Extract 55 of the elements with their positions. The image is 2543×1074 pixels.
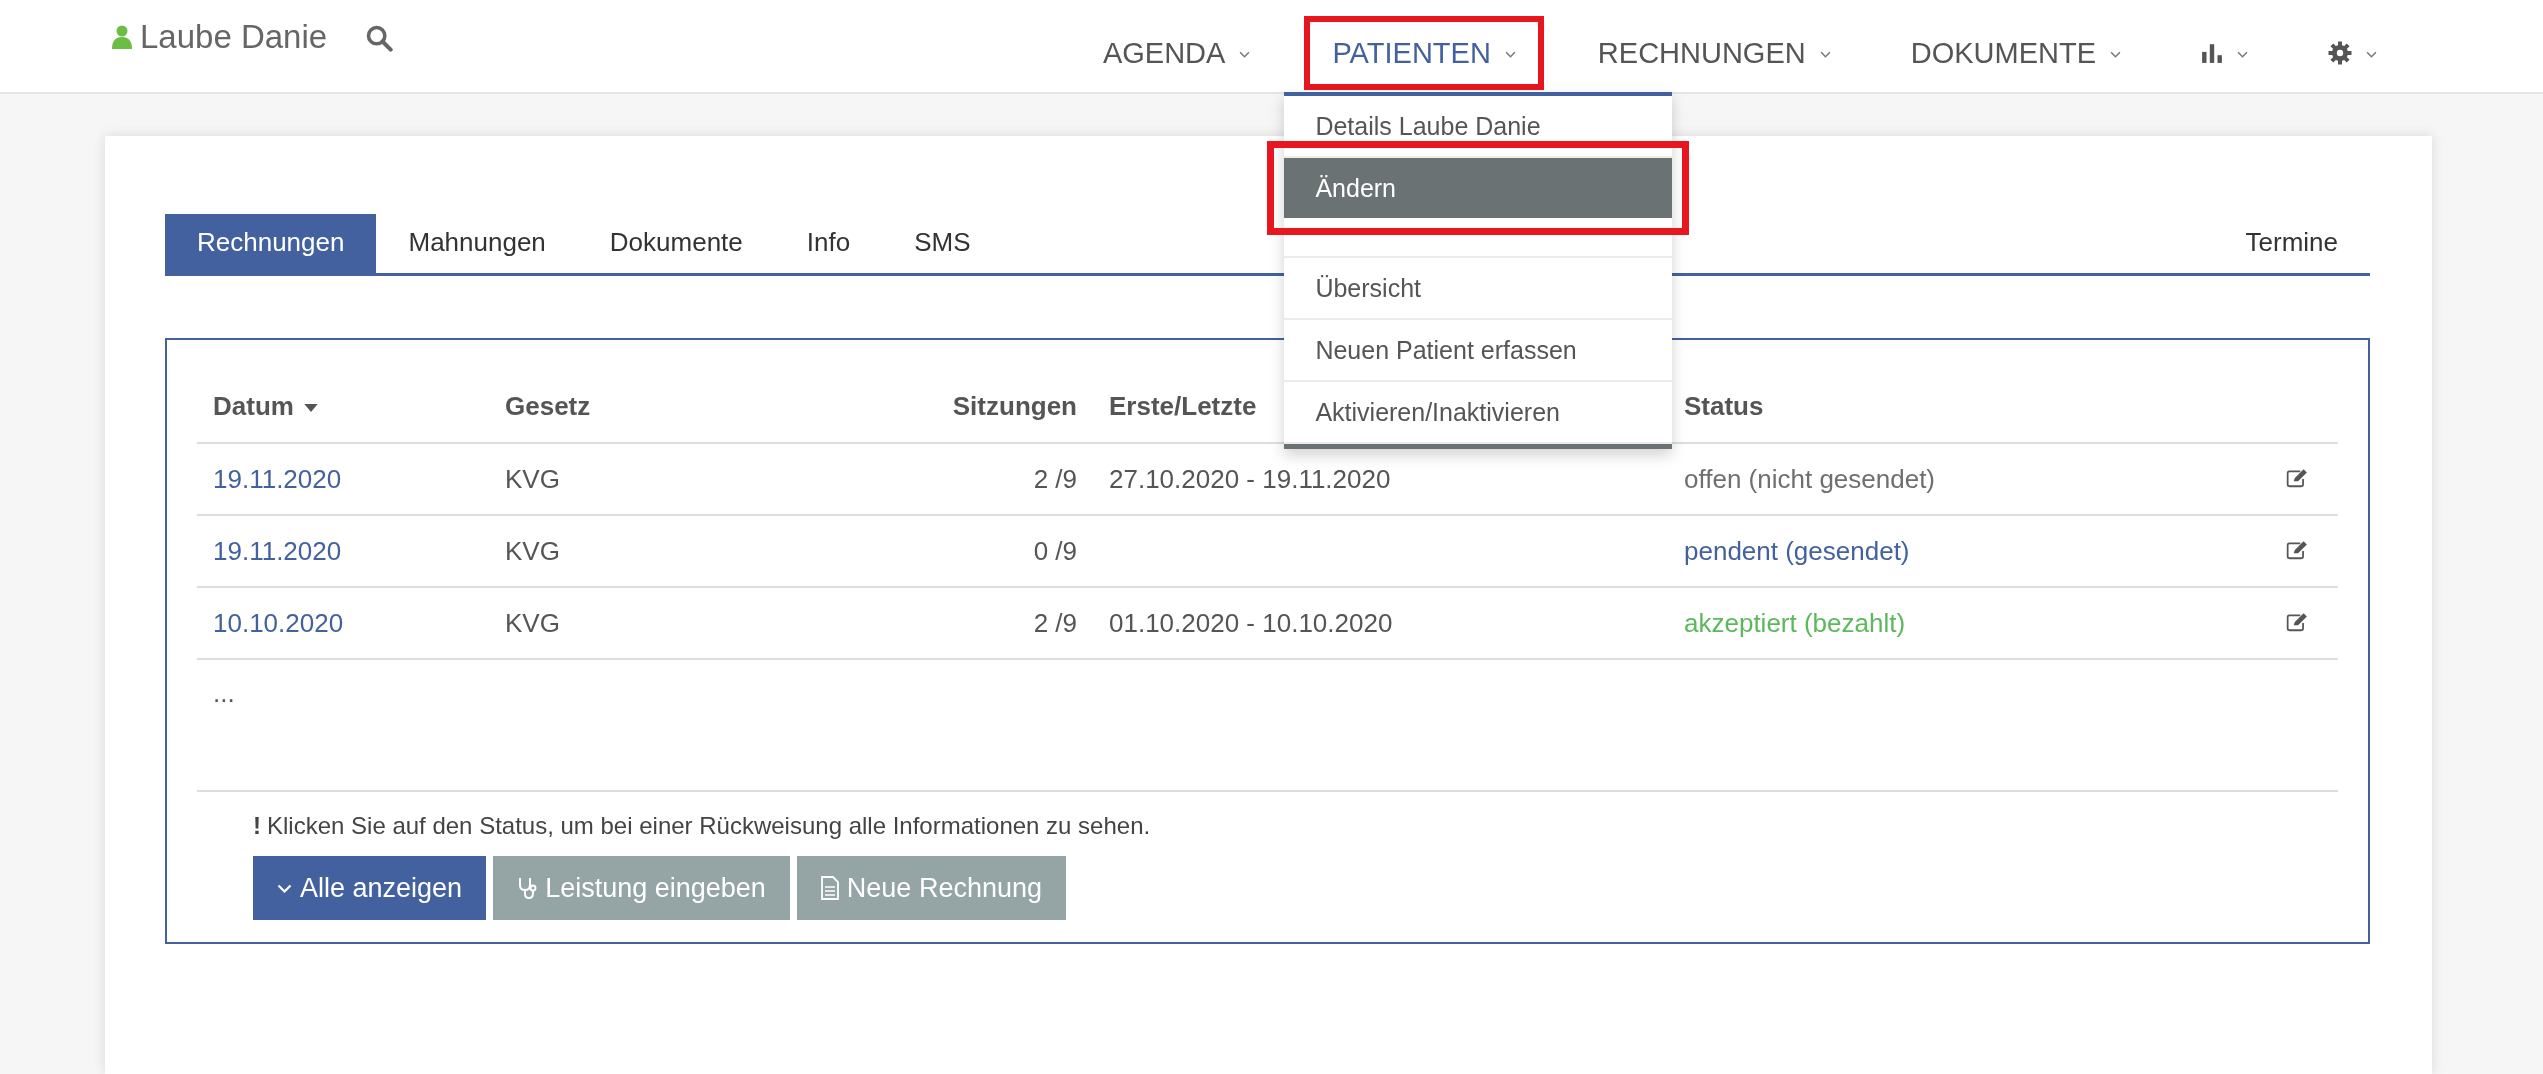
- date-link[interactable]: 10.10.2020: [213, 607, 344, 638]
- table-cell: KVG: [505, 607, 560, 638]
- table-cell: 27.10.2020 - 19.11.2020: [1109, 463, 1391, 494]
- menu-item[interactable]: Ändern: [1284, 158, 1673, 218]
- column-header[interactable]: Erste/Letzte: [1109, 390, 1257, 421]
- table-cell: 2 /9: [1033, 607, 1077, 638]
- menu-item[interactable]: Neuen Patient erfassen: [1284, 320, 1673, 380]
- nav-menu[interactable]: DOKUMENTE: [1884, 16, 2147, 90]
- settings-icon: [2328, 41, 2352, 65]
- table-cell: 2 /9: [1033, 463, 1077, 494]
- date-link[interactable]: 19.11.2020: [213, 463, 342, 494]
- column-header[interactable]: Sitzungen: [952, 390, 1077, 421]
- tab[interactable]: Rechnungen: [165, 214, 377, 273]
- search-icon[interactable]: [365, 24, 394, 52]
- user-icon: [112, 25, 132, 49]
- status-link[interactable]: offen (nicht gesendet): [1684, 463, 1936, 494]
- status-link[interactable]: pendent (gesendet): [1684, 535, 1910, 566]
- column-header[interactable]: Status: [1684, 390, 1764, 421]
- chevron-down-icon: [1239, 50, 1251, 58]
- more-ellipsis: ...: [213, 678, 235, 708]
- menu-item[interactable]: Details Laube Danie: [1284, 96, 1673, 156]
- nav-menu[interactable]: AGENDA: [1076, 16, 1277, 90]
- table-cell: KVG: [505, 535, 560, 566]
- edit-icon[interactable]: [2286, 467, 2308, 488]
- table-cell: 0 /9: [1033, 535, 1077, 566]
- chevron-down-icon: [2110, 50, 2121, 58]
- chevron-down-icon: [1819, 50, 1831, 58]
- chevron-down-icon: [2237, 50, 2248, 58]
- menu-item[interactable]: Aktivieren/Inaktivieren: [1284, 382, 1673, 442]
- exclamation-icon: !: [253, 812, 261, 840]
- tab[interactable]: SMS: [882, 214, 1003, 273]
- chevron-down-icon: [1504, 50, 1516, 58]
- edit-icon[interactable]: [2286, 611, 2308, 632]
- stethoscope-icon: [517, 876, 538, 900]
- chevron-down-icon: [2366, 50, 2377, 58]
- table-cell: 01.10.2020 - 10.10.2020: [1109, 607, 1393, 638]
- menu-item[interactable]: Übersicht: [1284, 258, 1673, 318]
- document-icon: [820, 876, 839, 900]
- table-cell: KVG: [505, 463, 560, 494]
- tab[interactable]: Mahnungen: [376, 214, 578, 273]
- user-name[interactable]: Laube Danie: [112, 18, 328, 56]
- nav-menu[interactable]: PATIENTEN: [1304, 16, 1544, 90]
- nav-menu[interactable]: RECHNUNGEN: [1571, 16, 1857, 90]
- bar-chart-icon: [2201, 42, 2223, 64]
- action-button[interactable]: Alle anzeigen: [253, 856, 487, 920]
- tab[interactable]: Info: [774, 214, 883, 273]
- column-header[interactable]: Gesetz: [505, 390, 591, 421]
- edit-icon[interactable]: [2286, 539, 2308, 560]
- chevron-down-icon: [277, 883, 292, 893]
- date-link[interactable]: 19.11.2020: [213, 535, 342, 566]
- tab[interactable]: Termine: [2213, 214, 2370, 273]
- hint-text: Klicken Sie auf den Status, um bei einer Rückweisung alle Informationen zu sehen.: [267, 812, 1151, 840]
- sort-down-icon: [303, 403, 318, 412]
- tab[interactable]: Dokumente: [577, 214, 775, 273]
- column-header[interactable]: Datum: [213, 390, 318, 421]
